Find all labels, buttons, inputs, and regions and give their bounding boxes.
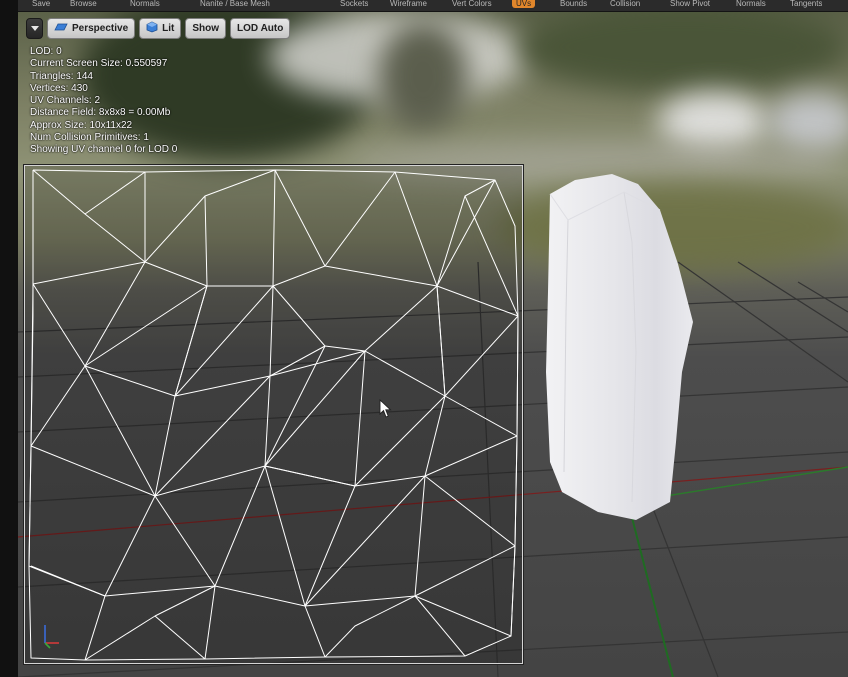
lit-sphere-icon xyxy=(146,21,158,36)
lit-button[interactable]: Lit xyxy=(139,17,182,39)
menu-tab-vert-colors[interactable]: Vert Colors xyxy=(452,0,492,8)
editor-left-edge xyxy=(0,0,18,677)
menu-tab-browse[interactable]: Browse xyxy=(70,0,97,8)
rock-mesh[interactable] xyxy=(540,172,700,527)
axis-gizmo-icon xyxy=(44,625,59,649)
mouse-cursor-icon xyxy=(379,399,392,418)
stat-uv-channels: UV Channels: 2 xyxy=(30,95,101,107)
stat-collision: Num Collision Primitives: 1 xyxy=(30,132,149,144)
menu-tab-sockets[interactable]: Sockets xyxy=(340,0,368,8)
menu-tab-nanite[interactable]: Nanite / Base Mesh xyxy=(200,0,270,8)
stat-screen-size: Current Screen Size: 0.550597 xyxy=(30,58,168,70)
show-button[interactable]: Show xyxy=(185,17,227,39)
editor-menu-strip: Save Browse Normals Nanite / Base Mesh S… xyxy=(18,0,848,12)
menu-tab-save[interactable]: Save xyxy=(32,0,50,8)
menu-tab-normals-2[interactable]: Normals xyxy=(736,0,766,8)
stat-showing-uv: Showing UV channel 0 for LOD 0 xyxy=(30,144,178,156)
stat-vertices: Vertices: 430 xyxy=(30,82,88,94)
viewport-toolbar: Perspective Lit Show LOD Auto xyxy=(26,17,291,39)
perspective-label: Perspective xyxy=(72,22,129,34)
stat-approx-size: Approx Size: 10x11x22 xyxy=(30,119,133,131)
menu-tab-collision[interactable]: Collision xyxy=(610,0,640,8)
menu-tab-show-pivot[interactable]: Show Pivot xyxy=(670,0,710,8)
viewport-options-button[interactable] xyxy=(26,17,43,39)
chevron-down-icon xyxy=(30,25,39,31)
menu-tab-wireframe[interactable]: Wireframe xyxy=(390,0,427,8)
uv-layout-overlay xyxy=(23,164,524,665)
lod-button[interactable]: LOD Auto xyxy=(230,17,291,39)
stat-distance-field: Distance Field: 8x8x8 = 0.00Mb xyxy=(30,107,171,119)
menu-tab-normals[interactable]: Normals xyxy=(130,0,160,8)
stat-lod: LOD: 0 xyxy=(30,46,62,57)
mesh-stats-overlay: LOD: 0 Current Screen Size: 0.550597 Tri… xyxy=(30,46,177,157)
perspective-button[interactable]: Perspective xyxy=(47,17,136,39)
uv-wireframe xyxy=(28,169,519,661)
perspective-icon xyxy=(54,22,68,35)
menu-tab-bounds[interactable]: Bounds xyxy=(560,0,587,8)
lod-label: LOD Auto xyxy=(237,22,284,34)
menu-tab-uvs[interactable]: UVs xyxy=(512,0,536,8)
menu-tab-tangents[interactable]: Tangents xyxy=(790,0,822,8)
show-label: Show xyxy=(192,22,220,34)
stat-triangles: Triangles: 144 xyxy=(30,70,93,82)
lit-label: Lit xyxy=(162,22,175,34)
